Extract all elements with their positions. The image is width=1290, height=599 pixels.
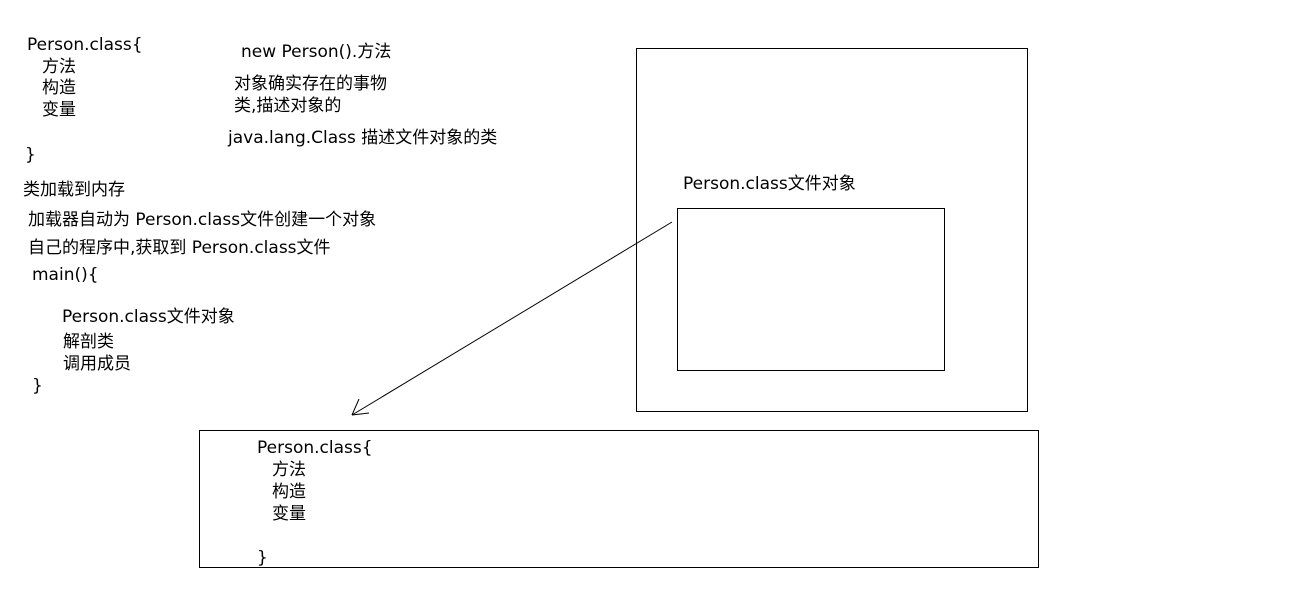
get-in-program-note: 自己的程序中,获取到 Person.class文件 [28, 238, 331, 258]
file-object-note: Person.class文件对象 [62, 307, 235, 327]
left-class-open: Person.class{ [27, 35, 143, 55]
class-class-note: java.lang.Class 描述文件对象的类 [228, 128, 498, 148]
arrow-head-lower [351, 412, 370, 416]
main-open: main(){ [32, 265, 99, 285]
bottom-member-method: 方法 [272, 460, 306, 480]
bottom-class-open: Person.class{ [257, 438, 373, 458]
arrow-line [351, 221, 673, 416]
memory-file-object-label: Person.class文件对象 [683, 174, 856, 194]
left-member-method: 方法 [42, 57, 76, 77]
main-close: } [32, 376, 43, 396]
bottom-member-variable: 变量 [272, 504, 306, 524]
new-person-note: new Person().方法 [241, 42, 392, 62]
bottom-class-close: } [257, 548, 268, 568]
object-definition: 对象确实存在的事物 [234, 74, 387, 94]
left-member-variable: 变量 [42, 100, 76, 120]
bottom-member-constructor: 构造 [272, 482, 306, 502]
auto-create-note: 加载器自动为 Person.class文件创建一个对象 [28, 210, 377, 230]
left-member-constructor: 构造 [42, 78, 76, 98]
class-definition: 类,描述对象的 [234, 96, 342, 116]
left-class-close: } [25, 145, 36, 165]
file-object-box [677, 208, 945, 371]
action-call-members: 调用成员 [63, 354, 131, 374]
load-title: 类加载到内存 [23, 180, 125, 200]
action-dissect-class: 解剖类 [63, 332, 114, 352]
arrow-head-upper [351, 398, 360, 416]
